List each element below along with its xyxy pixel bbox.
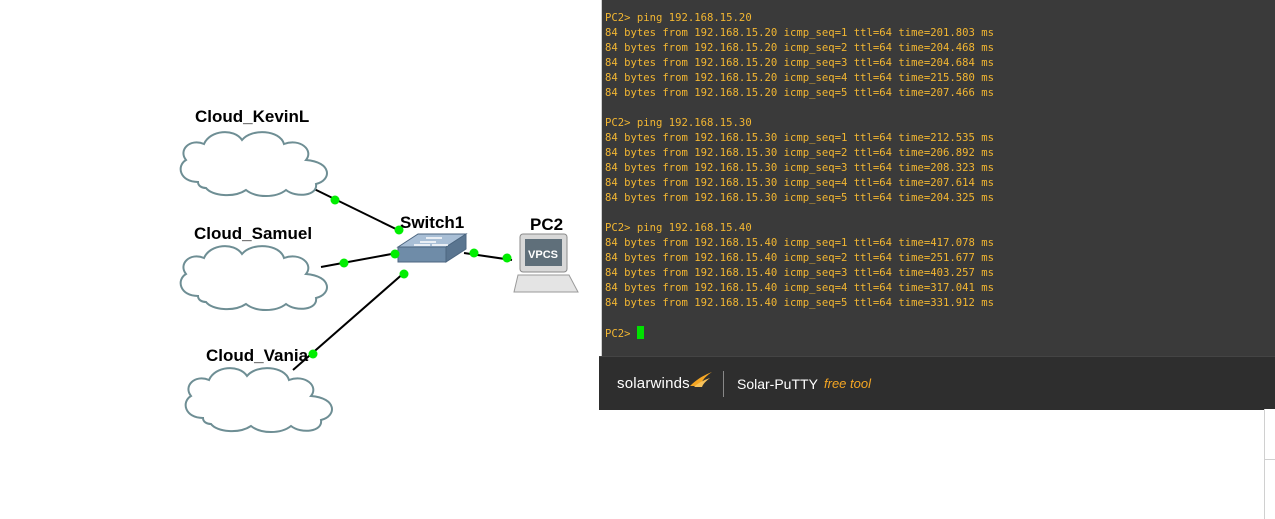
- switch1-node[interactable]: [396, 233, 468, 263]
- footer-divider: [723, 371, 724, 397]
- switch-icon-front: [397, 246, 447, 263]
- terminal-prompt-line[interactable]: PC2>: [605, 326, 994, 341]
- link-status-dot: [399, 269, 409, 279]
- terminal-line: 84 bytes from 192.168.15.30 icmp_seq=4 t…: [605, 177, 995, 189]
- terminal-line: 84 bytes from 192.168.15.30 icmp_seq=2 t…: [605, 147, 995, 159]
- terminal-line: 84 bytes from 192.168.15.40 icmp_seq=5 t…: [605, 297, 995, 309]
- cloud-samuel-label[interactable]: Cloud_Samuel: [194, 224, 312, 243]
- terminal-line: 84 bytes from 192.168.15.30 icmp_seq=1 t…: [605, 132, 995, 144]
- cloud-samuel[interactable]: [179, 245, 328, 311]
- terminal-line: 84 bytes from 192.168.15.30 icmp_seq=3 t…: [605, 162, 995, 174]
- cloud-samuel-icon: [179, 245, 328, 311]
- panel-divider-line: [1265, 459, 1275, 460]
- terminal-line: PC2> ping 192.168.15.20: [605, 12, 752, 24]
- terminal-line: PC2> ping 192.168.15.30: [605, 117, 752, 129]
- terminal-line: 84 bytes from 192.168.15.40 icmp_seq=3 t…: [605, 267, 995, 279]
- link-samuel-switch1[interactable]: [320, 252, 398, 268]
- link-status-dot: [339, 258, 349, 268]
- switch1-label[interactable]: Switch1: [400, 213, 464, 232]
- cloud-kevinl-icon: [179, 131, 328, 197]
- link-status-dot: [390, 249, 400, 259]
- product-name: Solar-PuTTY: [737, 376, 818, 392]
- link-status-dot: [502, 253, 512, 263]
- terminal-cursor: [636, 326, 644, 339]
- link-kevinl-switch1[interactable]: [307, 185, 401, 232]
- solarwinds-logo-text: solarwinds: [617, 375, 690, 392]
- cloud-kevinl[interactable]: [179, 131, 328, 197]
- product-tagline: free tool: [824, 376, 871, 391]
- terminal-line: 84 bytes from 192.168.15.30 icmp_seq=5 t…: [605, 192, 995, 204]
- cloud-vania-icon: [184, 367, 333, 433]
- pc2-node[interactable]: VPCS: [513, 233, 579, 293]
- terminal-console[interactable]: PC2> ping 192.168.15.20 84 bytes from 192…: [601, 0, 1275, 356]
- terminal-line: PC2> ping 192.168.15.40: [605, 222, 752, 234]
- pc2-vpcs-label: VPCS: [528, 249, 558, 261]
- keyboard-icon: [513, 274, 579, 293]
- terminal-prompt: PC2>: [605, 328, 637, 340]
- network-topology-canvas[interactable]: VPCS Cloud_KevinL Cloud_Samuel Cloud_Van…: [0, 0, 600, 519]
- side-panel-edge[interactable]: [1264, 409, 1275, 519]
- link-status-dot: [469, 248, 479, 258]
- terminal-line: 84 bytes from 192.168.15.20 icmp_seq=2 t…: [605, 42, 995, 54]
- cloud-vania-label[interactable]: Cloud_Vania: [206, 346, 309, 365]
- terminal-output: PC2> ping 192.168.15.20 84 bytes from 192…: [605, 11, 994, 341]
- cloud-vania[interactable]: [184, 367, 333, 433]
- terminal-line: 84 bytes from 192.168.15.20 icmp_seq=1 t…: [605, 27, 995, 39]
- terminal-line: 84 bytes from 192.168.15.20 icmp_seq=3 t…: [605, 57, 995, 69]
- terminal-line: 84 bytes from 192.168.15.40 icmp_seq=4 t…: [605, 282, 995, 294]
- solar-putty-footer: solarwinds Solar-PuTTY free tool: [599, 356, 1275, 410]
- link-status-dot: [330, 195, 340, 205]
- cloud-kevinl-label[interactable]: Cloud_KevinL: [195, 107, 309, 126]
- link-status-dot: [308, 349, 318, 359]
- terminal-line: 84 bytes from 192.168.15.20 icmp_seq=5 t…: [605, 87, 995, 99]
- terminal-line: 84 bytes from 192.168.15.20 icmp_seq=4 t…: [605, 72, 995, 84]
- solarwinds-flame-icon: [690, 372, 712, 387]
- solar-putty-window[interactable]: PC2> ping 192.168.15.20 84 bytes from 192…: [599, 0, 1275, 410]
- terminal-line: 84 bytes from 192.168.15.40 icmp_seq=2 t…: [605, 252, 995, 264]
- terminal-line: 84 bytes from 192.168.15.40 icmp_seq=1 t…: [605, 237, 995, 249]
- pc2-label[interactable]: PC2: [530, 215, 563, 234]
